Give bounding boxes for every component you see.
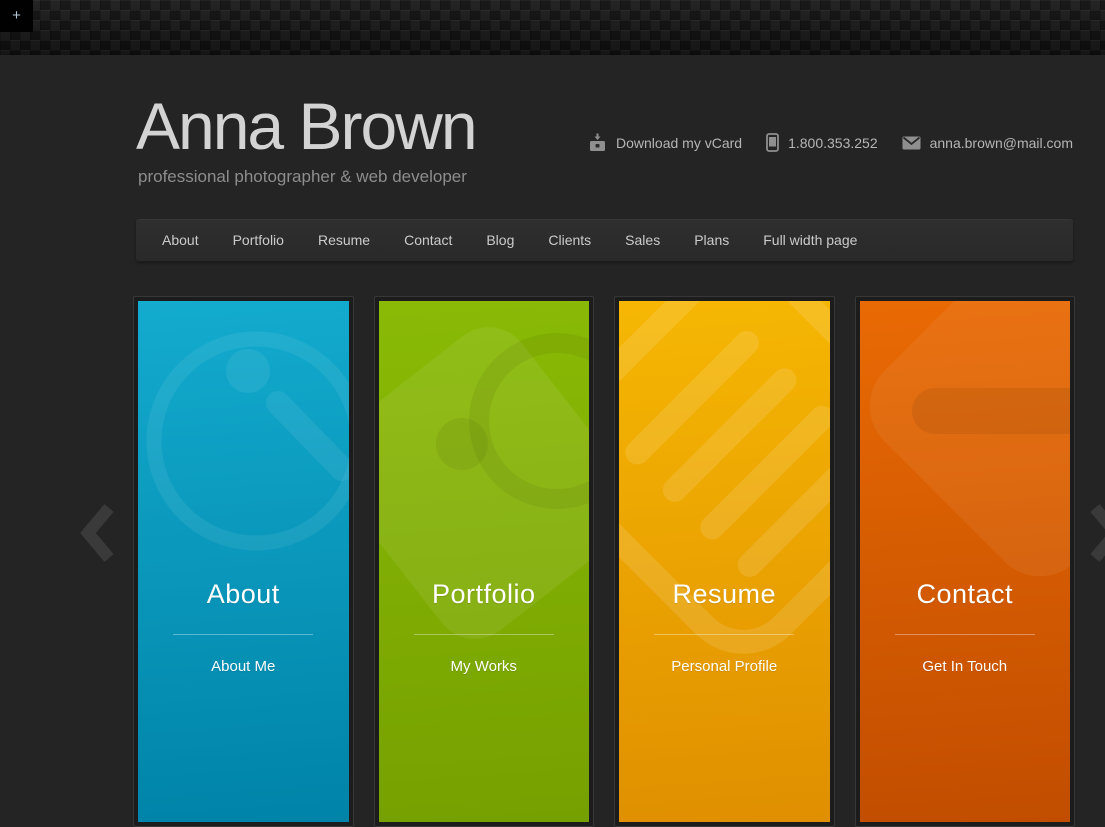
- carousel-prev-button[interactable]: [80, 503, 116, 568]
- card-frame: Contact Get In Touch: [855, 296, 1076, 827]
- nav-item-resume[interactable]: Resume: [301, 219, 387, 261]
- email-link[interactable]: anna.brown@mail.com: [902, 135, 1073, 151]
- nav-item-contact[interactable]: Contact: [387, 219, 469, 261]
- card-frame: About About Me: [133, 296, 354, 827]
- chevron-right-icon: [1088, 550, 1105, 567]
- card-subtitle: Personal Profile: [619, 658, 830, 675]
- card-title: About: [138, 579, 349, 610]
- card-frame: Resume Personal Profile: [614, 296, 835, 827]
- contact-links: Download my vCard 1.800.353.252 anna.bro…: [588, 133, 1073, 152]
- card-portfolio[interactable]: Portfolio My Works: [379, 301, 590, 822]
- page-title: Anna Brown: [136, 88, 476, 164]
- nav-item-sales[interactable]: Sales: [608, 219, 677, 261]
- vcard-download-icon: [588, 133, 607, 152]
- download-vcard-label: Download my vCard: [616, 135, 742, 151]
- card-carousel: About About Me Portfolio My Works: [133, 296, 1075, 827]
- page-container: Anna Brown professional photographer & w…: [136, 0, 1073, 757]
- nav-item-blog[interactable]: Blog: [469, 219, 531, 261]
- card-divider: [654, 634, 794, 635]
- card-text: Portfolio My Works: [379, 579, 590, 675]
- card-subtitle: Get In Touch: [860, 658, 1071, 675]
- nav-item-clients[interactable]: Clients: [531, 219, 608, 261]
- card-divider: [895, 634, 1035, 635]
- phone-number: 1.800.353.252: [788, 135, 878, 151]
- card-text: About About Me: [138, 579, 349, 675]
- card-subtitle: My Works: [379, 658, 590, 675]
- nav-item-about[interactable]: About: [145, 219, 216, 261]
- email-address: anna.brown@mail.com: [930, 135, 1073, 151]
- main-nav: About Portfolio Resume Contact Blog Clie…: [136, 219, 1073, 261]
- card-title: Portfolio: [379, 579, 590, 610]
- card-subtitle: About Me: [138, 658, 349, 675]
- card-about[interactable]: About About Me: [138, 301, 349, 822]
- card-text: Resume Personal Profile: [619, 579, 830, 675]
- card-divider: [173, 634, 313, 635]
- card-contact[interactable]: Contact Get In Touch: [860, 301, 1071, 822]
- card-frame: Portfolio My Works: [374, 296, 595, 827]
- card-resume[interactable]: Resume Personal Profile: [619, 301, 830, 822]
- carousel-next-button[interactable]: [1088, 503, 1105, 568]
- card-text: Contact Get In Touch: [860, 579, 1071, 675]
- mail-icon: [902, 136, 921, 150]
- card-divider: [414, 634, 554, 635]
- nav-item-plans[interactable]: Plans: [677, 219, 746, 261]
- chevron-left-icon: [80, 550, 116, 567]
- card-title: Resume: [619, 579, 830, 610]
- corner-plus-button[interactable]: +: [0, 0, 33, 32]
- phone-link[interactable]: 1.800.353.252: [766, 133, 878, 152]
- download-vcard-link[interactable]: Download my vCard: [588, 133, 742, 152]
- site-tagline: professional photographer & web develope…: [138, 167, 467, 187]
- card-title: Contact: [860, 579, 1071, 610]
- nav-item-portfolio[interactable]: Portfolio: [216, 219, 301, 261]
- phone-icon: [766, 133, 779, 152]
- nav-item-full-width-page[interactable]: Full width page: [746, 219, 874, 261]
